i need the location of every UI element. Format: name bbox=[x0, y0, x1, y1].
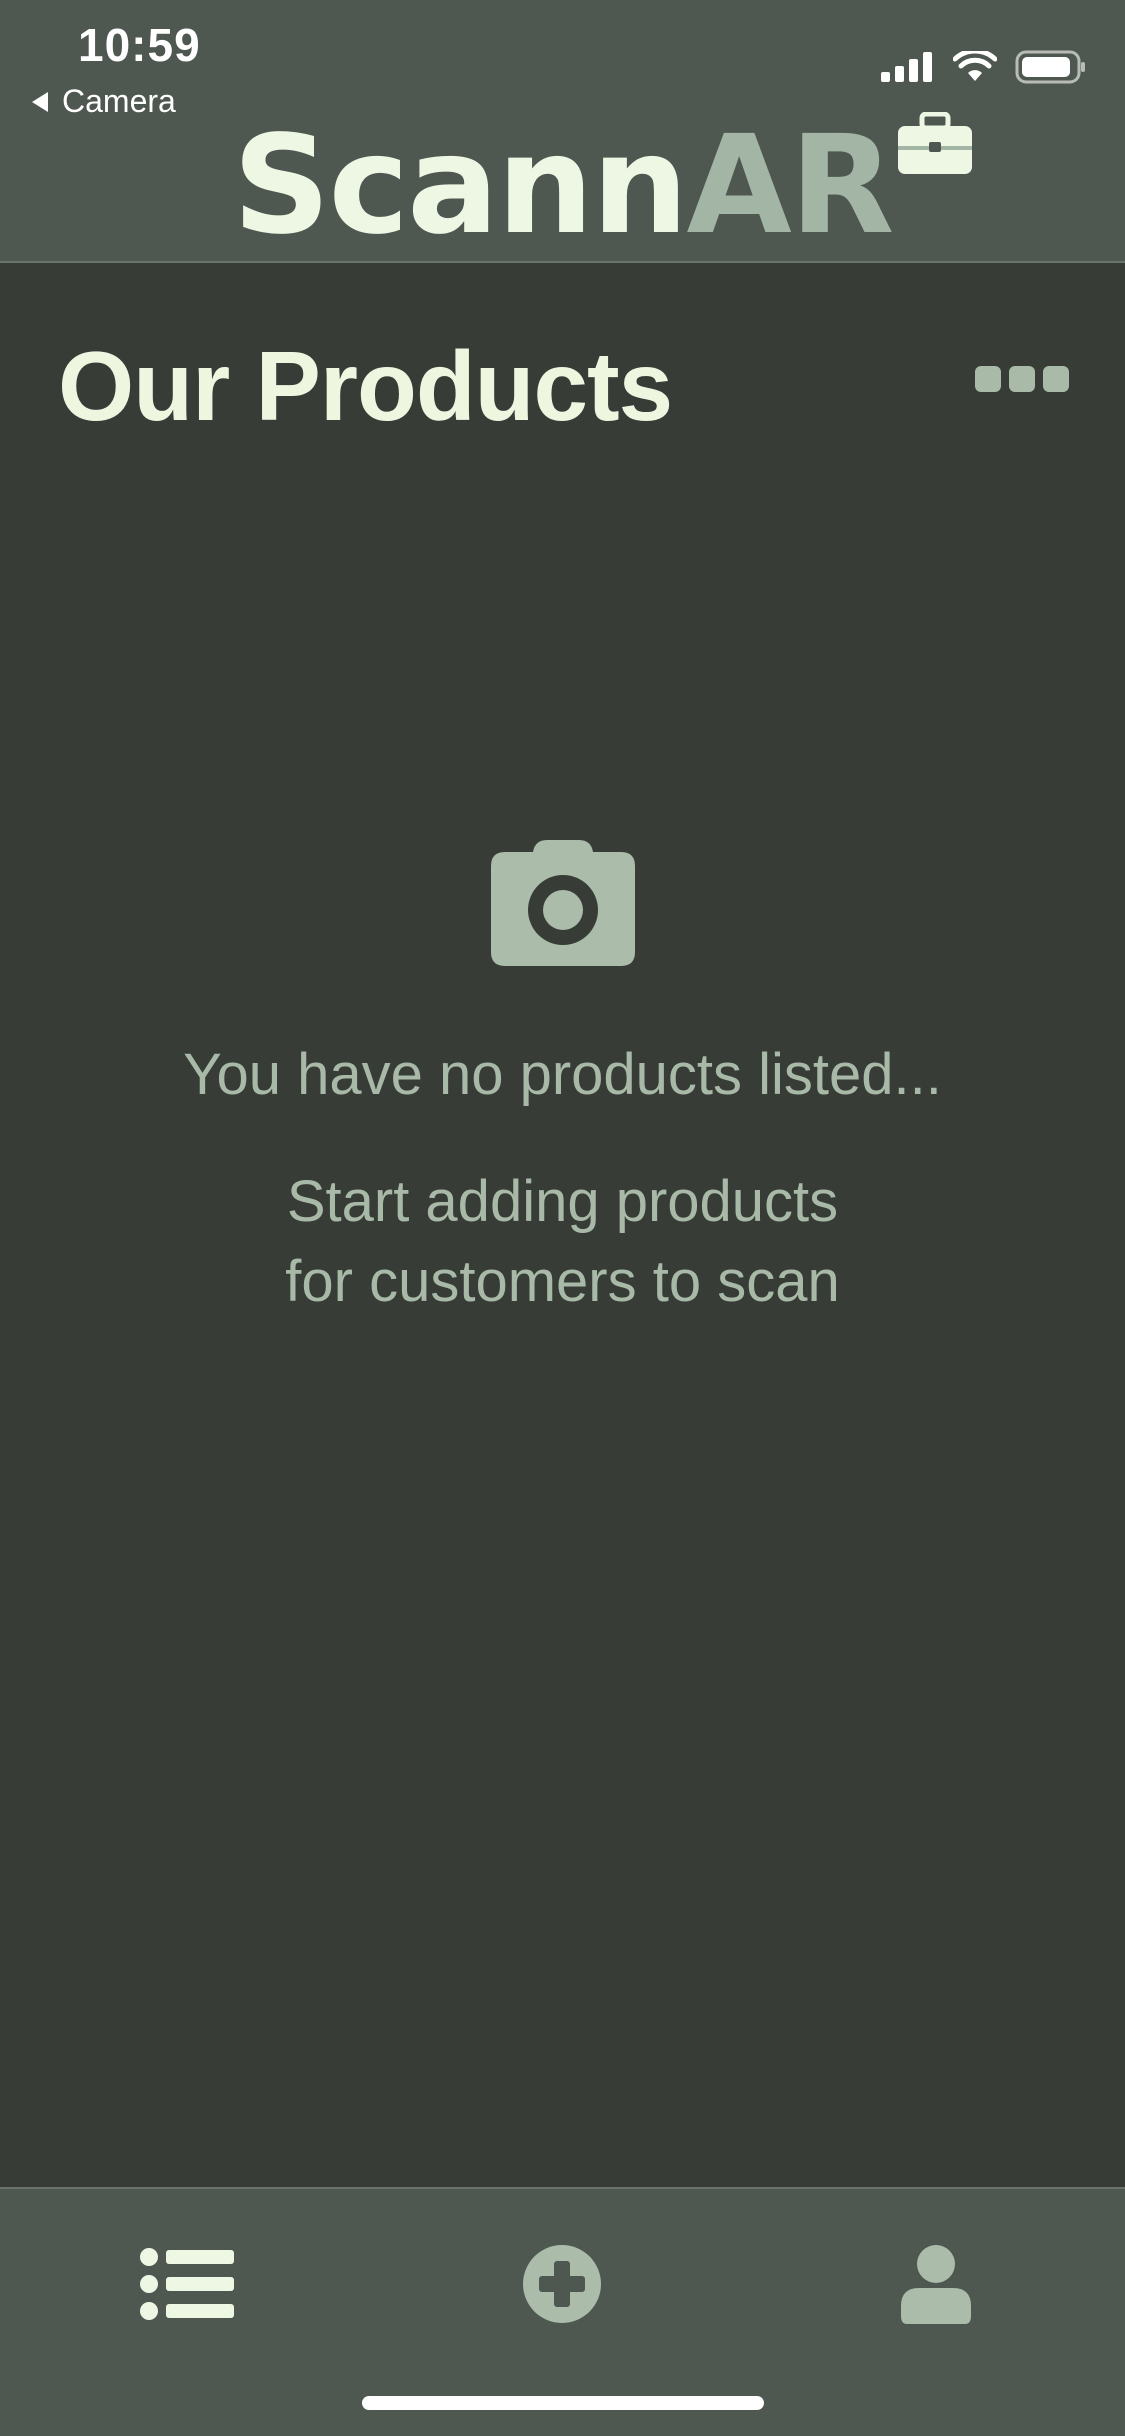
home-indicator[interactable] bbox=[362, 2396, 764, 2410]
more-dot bbox=[1009, 366, 1035, 392]
briefcase-icon bbox=[898, 112, 973, 174]
tab-profile[interactable] bbox=[876, 2234, 996, 2334]
back-to-camera-link[interactable]: Camera bbox=[32, 83, 176, 120]
empty-message: You have no products listed... bbox=[183, 1042, 942, 1107]
status-icons bbox=[881, 50, 1087, 84]
logo-text: ScannAR bbox=[233, 112, 973, 254]
back-arrow-icon bbox=[32, 91, 48, 112]
tab-add-product[interactable] bbox=[502, 2234, 622, 2334]
camera-icon bbox=[490, 840, 635, 966]
more-options-button[interactable] bbox=[975, 366, 1069, 392]
more-dot bbox=[1043, 366, 1069, 392]
battery-icon bbox=[1015, 50, 1085, 84]
wifi-icon bbox=[953, 51, 997, 81]
page-title: Our Products bbox=[58, 331, 673, 441]
top-bar: 10:59 Camera ScannAR bbox=[0, 0, 1125, 263]
logo-text-part1: Scann bbox=[232, 107, 689, 265]
back-label: Camera bbox=[62, 83, 176, 119]
empty-state: You have no products listed... Start add… bbox=[0, 838, 1125, 1322]
list-icon bbox=[140, 2248, 234, 2320]
status-time: 10:59 bbox=[78, 19, 201, 71]
tab-products-list[interactable] bbox=[128, 2234, 248, 2334]
more-dot bbox=[975, 366, 1001, 392]
app-logo: ScannAR bbox=[0, 112, 1125, 254]
user-icon bbox=[901, 2245, 971, 2324]
logo-text-part2: AR bbox=[686, 107, 895, 265]
signal-icon bbox=[881, 52, 932, 82]
add-circle-icon bbox=[523, 2245, 601, 2323]
empty-submessage: Start adding products for customers to s… bbox=[285, 1169, 840, 1314]
